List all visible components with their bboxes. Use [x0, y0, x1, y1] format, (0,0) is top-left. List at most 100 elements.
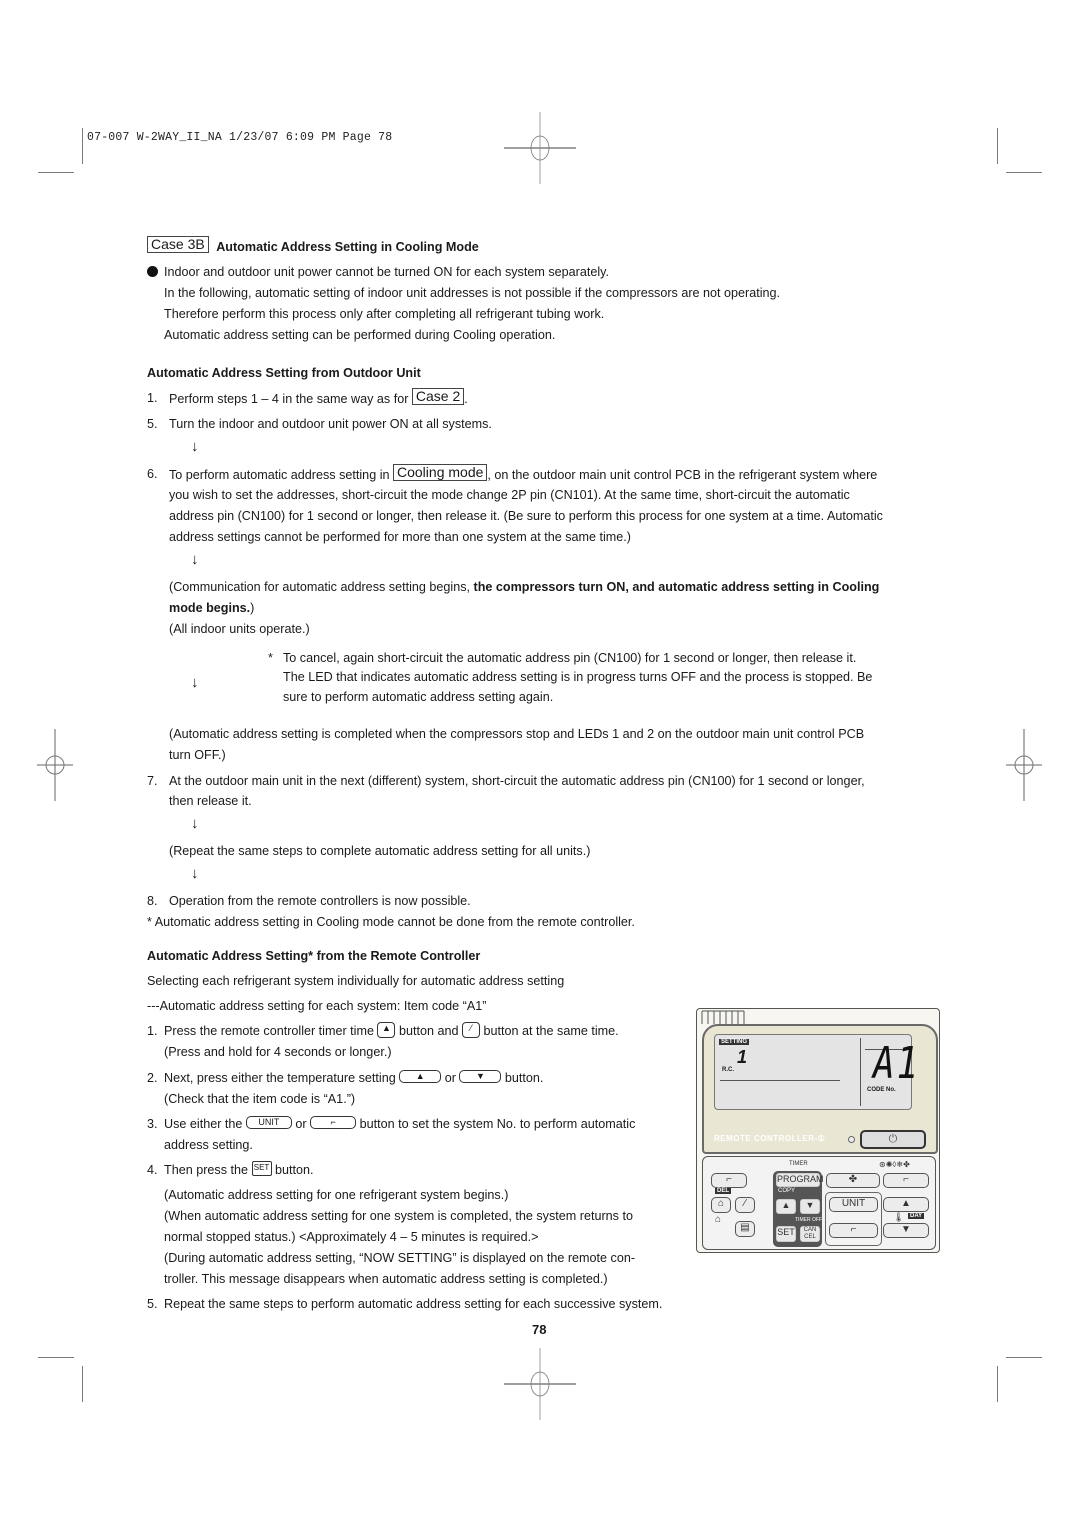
step-7-line: then release it.: [169, 794, 252, 808]
remote-step-4-line: (When automatic address setting for one …: [164, 1209, 633, 1223]
crop-mark: [1006, 172, 1042, 173]
timer-up-button[interactable]: ▲: [776, 1199, 796, 1214]
down-arrow-icon: ↓: [191, 551, 199, 568]
step-text: Press the remote controller timer time: [164, 1024, 374, 1038]
ventilation-button[interactable]: ⌂: [711, 1197, 731, 1213]
crop-mark: [997, 128, 998, 164]
remote-intro: ---Automatic address setting for each sy…: [147, 999, 487, 1013]
copy-label: COPY: [778, 1188, 796, 1194]
down-arrow-icon: ↓: [191, 815, 199, 832]
remote-step-1-sub: (Press and hold for 4 seconds or longer.…: [164, 1045, 392, 1059]
step-6-line: address pin (CN100) for 1 second or long…: [169, 509, 883, 523]
registration-mark-left: [37, 729, 73, 801]
filter-button[interactable]: ▤: [735, 1221, 755, 1237]
all-operate-note: (All indoor units operate.): [169, 622, 310, 636]
day-label: DAY: [908, 1213, 925, 1219]
step-text: or: [295, 1117, 307, 1131]
step-8: Operation from the remote controllers is…: [169, 894, 471, 908]
bullet-icon: [147, 266, 158, 277]
cancel-button[interactable]: CAN CEL: [800, 1226, 820, 1242]
registration-mark-right: [1006, 729, 1042, 801]
crop-mark: [82, 128, 83, 164]
remote-step-1: Press the remote controller timer time ▲…: [164, 1021, 619, 1040]
controller-button-panel: TIMER ⊛✺◊❄✤ ⌐ DEL PROGRAM COPY ▲ ▼ TIMER…: [702, 1156, 936, 1250]
remote-step-3-sub: address setting.: [164, 1138, 253, 1152]
step-text: To perform automatic address setting in: [169, 468, 390, 482]
down-arrow-icon: ↓: [191, 438, 199, 455]
unit-button[interactable]: UNIT: [829, 1197, 878, 1212]
temp-up-button[interactable]: ▲: [883, 1197, 929, 1212]
repeat-note: (Repeat the same steps to complete autom…: [169, 844, 591, 858]
wrench-button[interactable]: ⁄: [735, 1197, 755, 1213]
step-num: 1.: [147, 391, 158, 405]
remote-step-4-line: troller. This message disappears when au…: [164, 1272, 608, 1286]
cooling-remote-note: * Automatic address setting in Cooling m…: [147, 915, 635, 929]
program-button[interactable]: PROGRAM: [776, 1173, 824, 1187]
mode-button[interactable]: ⌐: [883, 1173, 929, 1188]
setting-tag: SETTING: [719, 1039, 750, 1045]
code-label: CODE No.: [867, 1087, 896, 1093]
cancel-line: sure to perform automatic address settin…: [283, 690, 554, 704]
step-num: 5.: [147, 417, 158, 431]
registration-mark-bottom: [504, 1348, 576, 1420]
louver-button-icon: ⌐: [310, 1116, 357, 1130]
fan-speed-button[interactable]: ✤: [826, 1173, 880, 1188]
crop-mark: [1006, 1357, 1042, 1358]
step-6: To perform automatic address setting in …: [169, 464, 877, 483]
intro-line: Indoor and outdoor unit power cannot be …: [164, 265, 610, 279]
case-2-badge: Case 2: [411, 388, 465, 405]
power-button[interactable]: ⏻: [860, 1130, 926, 1149]
remote-step-4-line: (During automatic address setting, “NOW …: [164, 1251, 636, 1265]
louver-button[interactable]: ⌐: [829, 1223, 878, 1238]
crop-mark: [82, 1366, 83, 1402]
case-badge: Case 3B: [147, 236, 209, 253]
rc-label: R.C.: [722, 1067, 734, 1073]
cancel-line: To cancel, again short-circuit the autom…: [283, 651, 857, 665]
mode-icons: ⊛✺◊❄✤: [879, 1160, 910, 1169]
cancel-star: *: [268, 651, 273, 665]
communication-note-cont: mode begins.): [169, 600, 254, 616]
note-text: ): [250, 601, 255, 615]
remote-step-2-sub: (Check that the item code is “A1.”): [164, 1092, 356, 1106]
remote-step-2: Next, press either the temperature setti…: [164, 1070, 543, 1086]
temp-down-button[interactable]: ▼: [883, 1223, 929, 1238]
step-text: button.: [275, 1163, 314, 1177]
section-heading: Case 3B Automatic Address Setting in Coo…: [147, 236, 479, 255]
rc-number: 1: [737, 1047, 748, 1067]
step-num: 5.: [147, 1297, 158, 1311]
outdoor-heading: Automatic Address Setting from Outdoor U…: [147, 366, 421, 380]
completed-line: turn OFF.): [169, 748, 226, 762]
lcd-screen: SETTING 1 R.C. A1 CODE No.: [714, 1034, 918, 1110]
power-icon: ⏻: [888, 1133, 898, 1145]
intro-line: Automatic address setting can be perform…: [164, 328, 556, 342]
set-button[interactable]: SET: [776, 1226, 796, 1242]
step-1: Perform steps 1 – 4 in the same way as f…: [169, 388, 468, 407]
temp-up-button-icon: ▲: [399, 1070, 442, 1084]
remote-step-4-line: normal stopped status.) <Approximately 4…: [164, 1230, 539, 1244]
intro-line: In the following, automatic setting of i…: [164, 286, 781, 300]
registration-mark-top: [504, 112, 576, 184]
step-text: or: [444, 1071, 456, 1085]
louver-swing-button[interactable]: ⌐: [711, 1173, 747, 1188]
step-6-line: you wish to set the addresses, short-cir…: [169, 488, 850, 502]
code-value: A1: [873, 1039, 921, 1089]
timer-down-button[interactable]: ▼: [800, 1199, 820, 1214]
lcd-divider: [860, 1038, 861, 1106]
timer-label: TIMER: [789, 1161, 808, 1167]
step-num: 6.: [147, 467, 158, 481]
unit-button-icon: UNIT: [245, 1116, 292, 1130]
step-text: Perform steps 1 – 4 in the same way as f…: [169, 392, 409, 406]
del-label: DEL: [715, 1188, 731, 1194]
note-text: (Communication for automatic address set…: [169, 580, 474, 594]
house-icon: ⌂: [715, 1214, 722, 1225]
step-5: Turn the indoor and outdoor unit power O…: [169, 417, 492, 431]
lcd-divider: [720, 1080, 840, 1081]
remote-step-4: Then press the SET button.: [164, 1161, 314, 1178]
step-text: button to set the system No. to perform …: [359, 1117, 636, 1131]
remote-controller-illustration: REMOTE CONTROLLER-① ⏻ SETTING 1 R.C. A1 …: [696, 1008, 940, 1253]
grille-icon: [701, 1010, 745, 1024]
timer-up-button-icon: ▲: [377, 1021, 396, 1038]
step-text: button.: [504, 1071, 544, 1085]
note-bold: mode begins.: [169, 601, 251, 615]
down-arrow-icon: ↓: [191, 674, 199, 691]
